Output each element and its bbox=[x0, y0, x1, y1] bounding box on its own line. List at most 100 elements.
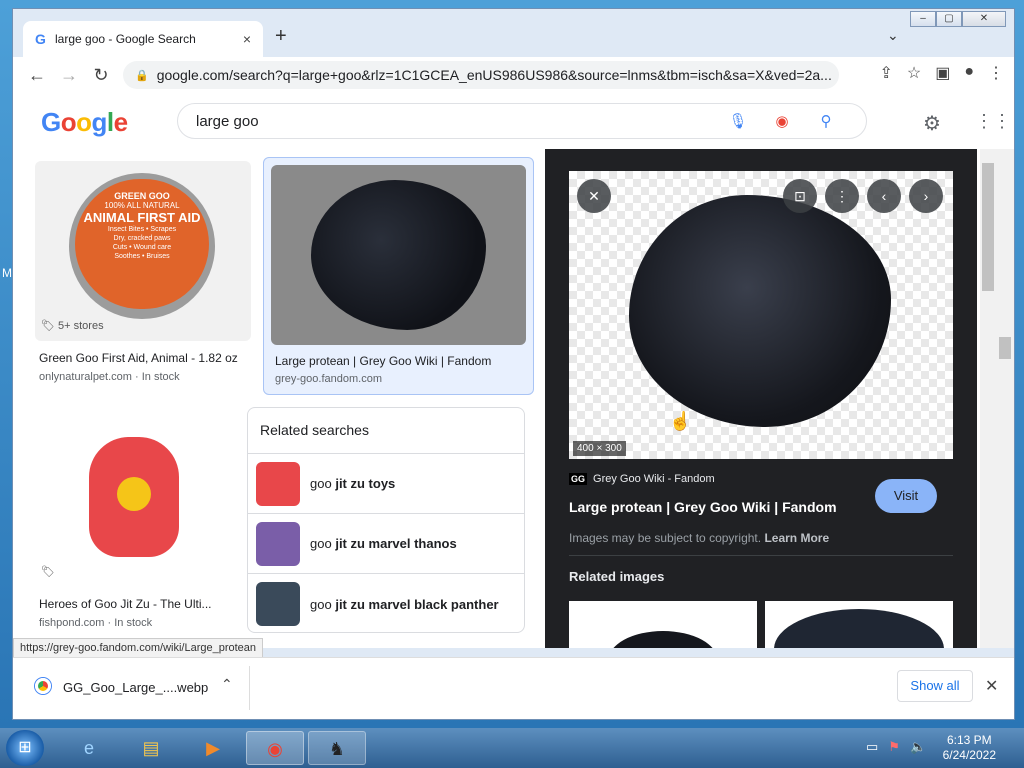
start-button[interactable]: ⊞ bbox=[6, 730, 44, 766]
forward-arrow-icon[interactable]: → bbox=[53, 65, 85, 86]
image-preview-panel: 400 × 300 ☝ ✕ ⊡ ⋮ ‹ › GG Grey Goo Wiki -… bbox=[545, 149, 977, 648]
related-search-item[interactable]: goo jit zu marvel black panther bbox=[248, 574, 524, 632]
source-site[interactable]: GG Grey Goo Wiki - Fandom bbox=[569, 473, 715, 485]
site-name: Grey Goo Wiki - Fandom bbox=[593, 473, 715, 485]
download-filename[interactable]: GG_Goo_Large_....webp bbox=[63, 680, 208, 695]
divider bbox=[569, 555, 953, 556]
copyright-notice: Images may be subject to copyright. Lear… bbox=[569, 531, 830, 545]
action-center-flag-icon[interactable]: ⚑ bbox=[888, 739, 900, 755]
close-download-bar-icon[interactable]: ✕ bbox=[985, 676, 998, 696]
product-lid-image: GREEN GOO 100% ALL NATURAL ANIMAL FIRST … bbox=[75, 179, 209, 309]
price-tag-icon: 🏷 bbox=[41, 566, 55, 578]
related-thumbnail bbox=[256, 461, 300, 506]
media-player-taskbar-icon[interactable]: ▶ bbox=[184, 731, 242, 765]
more-options-icon[interactable]: ⋮ bbox=[825, 179, 859, 213]
internet-explorer-taskbar-icon[interactable]: e bbox=[60, 731, 118, 765]
image-result[interactable]: GREEN GOO 100% ALL NATURAL ANIMAL FIRST … bbox=[35, 161, 253, 391]
search-icon[interactable]: ⚲ bbox=[804, 112, 848, 130]
related-image-thumbnail[interactable] bbox=[569, 601, 757, 648]
chrome-taskbar-icon[interactable]: ◉ bbox=[246, 731, 304, 765]
close-window-button[interactable]: ✕ bbox=[962, 11, 1006, 27]
minimize-button[interactable]: – bbox=[910, 11, 936, 27]
apps-grid-icon[interactable]: ⋮⋮⋮ bbox=[975, 111, 1014, 132]
result-thumbnail[interactable] bbox=[271, 165, 526, 345]
taskbar: ⊞ e ▤ ▶ ◉ ♞ ▭ ⚑ 🔈 6:13 PM 6/24/2022 bbox=[0, 728, 1024, 768]
result-title[interactable]: Large protean | Grey Goo Wiki | Fandom bbox=[275, 354, 530, 368]
tab-strip: G large goo - Google Search × + ⌄ – ▢ ✕ bbox=[13, 9, 1014, 57]
result-title[interactable]: Heroes of Goo Jit Zu - The Ulti... bbox=[39, 597, 229, 611]
related-thumbnail bbox=[256, 521, 300, 566]
tab-title: large goo - Google Search bbox=[55, 32, 196, 46]
related-search-item[interactable]: goo jit zu marvel thanos bbox=[248, 514, 524, 574]
result-source: fishpond.com · In stock bbox=[39, 617, 153, 629]
goo-blob-image bbox=[629, 195, 891, 427]
maximize-button[interactable]: ▢ bbox=[936, 11, 962, 27]
browser-window: G large goo - Google Search × + ⌄ – ▢ ✕ … bbox=[12, 8, 1015, 720]
side-panel-icon[interactable]: ▣ bbox=[935, 63, 950, 83]
profile-avatar-icon[interactable]: ● bbox=[964, 63, 974, 83]
lid-text-line: Cuts • Wound care bbox=[112, 244, 172, 251]
camera-lens-icon[interactable]: ◉ bbox=[760, 112, 804, 130]
previous-chevron-icon[interactable]: ‹ bbox=[867, 179, 901, 213]
settings-gear-icon[interactable]: ⚙ bbox=[923, 111, 941, 136]
search-box[interactable]: large goo 🎙 ◉ ⚲ bbox=[177, 103, 867, 139]
window-controls: – ▢ ✕ bbox=[910, 11, 1006, 27]
lid-tagline: 100% ALL NATURAL bbox=[104, 201, 180, 210]
url-text: google.com/search?q=large+goo&rlz=1C1GCE… bbox=[156, 67, 832, 83]
download-bar: GG_Goo_Large_....webp ⌃ Show all ✕ bbox=[13, 657, 1014, 719]
scrollbar-thumb[interactable] bbox=[982, 163, 994, 291]
back-arrow-icon[interactable]: ← bbox=[21, 65, 53, 86]
image-result[interactable]: 🏷 Heroes of Goo Jit Zu - The Ulti... fis… bbox=[35, 407, 231, 637]
page-scrollbar[interactable] bbox=[996, 149, 1014, 648]
image-result-selected[interactable]: Large protean | Grey Goo Wiki | Fandom g… bbox=[263, 157, 534, 395]
lens-search-icon[interactable]: ⊡ bbox=[783, 179, 817, 213]
preview-image[interactable]: 400 × 300 ☝ bbox=[569, 171, 953, 459]
google-logo[interactable]: Google bbox=[41, 107, 128, 138]
share-icon[interactable]: ⇪ bbox=[879, 63, 892, 83]
result-thumbnail[interactable]: GREEN GOO 100% ALL NATURAL ANIMAL FIRST … bbox=[35, 161, 251, 341]
file-explorer-taskbar-icon[interactable]: ▤ bbox=[122, 731, 180, 765]
lid-text-line: Soothes • Bruises bbox=[114, 253, 170, 260]
divider bbox=[249, 666, 250, 710]
new-tab-button[interactable]: + bbox=[275, 25, 287, 48]
image-dimensions: 400 × 300 bbox=[573, 441, 626, 456]
lid-text-line: Dry, cracked paws bbox=[113, 235, 171, 242]
reload-icon[interactable]: ↻ bbox=[85, 65, 117, 86]
volume-icon[interactable]: 🔈 bbox=[910, 739, 926, 755]
learn-more-link[interactable]: Learn More bbox=[764, 531, 829, 545]
hand-cursor-icon: ☝ bbox=[669, 411, 692, 431]
system-clock[interactable]: 6:13 PM 6/24/2022 bbox=[943, 733, 996, 763]
result-title[interactable]: Green Goo First Aid, Animal - 1.82 oz bbox=[39, 351, 253, 365]
toolbar-icons: ⇪ ☆ ▣ ● ⋮ bbox=[879, 63, 1004, 83]
next-chevron-icon[interactable]: › bbox=[909, 179, 943, 213]
tab-search-chevron-icon[interactable]: ⌄ bbox=[887, 27, 899, 44]
preview-title[interactable]: Large protean | Grey Goo Wiki | Fandom bbox=[569, 499, 837, 515]
microphone-icon[interactable]: 🎙 bbox=[716, 112, 760, 130]
system-tray: ▭ ⚑ 🔈 bbox=[866, 739, 926, 755]
result-source: grey-goo.fandom.com bbox=[275, 373, 382, 385]
tab-close-icon[interactable]: × bbox=[243, 31, 251, 47]
network-icon[interactable]: ▭ bbox=[866, 739, 878, 755]
tab-active[interactable]: G large goo - Google Search × bbox=[23, 21, 263, 57]
lid-text-line: Insect Bites • Scrapes bbox=[107, 226, 177, 233]
price-tag-icon: 🏷 bbox=[41, 320, 59, 332]
close-icon[interactable]: ✕ bbox=[577, 179, 611, 213]
browser-menu-icon[interactable]: ⋮ bbox=[988, 63, 1004, 83]
result-thumbnail[interactable]: 🏷 bbox=[35, 407, 227, 587]
related-thumbnail bbox=[256, 582, 300, 626]
related-search-item[interactable]: goo jit zu toys bbox=[248, 454, 524, 514]
address-bar[interactable]: 🔒 google.com/search?q=large+goo&rlz=1C1G… bbox=[123, 61, 839, 89]
lid-brand: GREEN GOO bbox=[114, 191, 170, 201]
desktop-icon-label: M bbox=[2, 266, 12, 280]
related-image-thumbnail[interactable] bbox=[765, 601, 953, 648]
search-query[interactable]: large goo bbox=[196, 113, 716, 130]
related-searches-heading: Related searches bbox=[248, 408, 524, 454]
game-taskbar-icon[interactable]: ♞ bbox=[308, 731, 366, 765]
visit-button[interactable]: Visit bbox=[875, 479, 937, 513]
page-scrollbar-thumb[interactable] bbox=[999, 337, 1011, 359]
lid-product-name: ANIMAL FIRST AID bbox=[83, 210, 201, 225]
show-all-button[interactable]: Show all bbox=[897, 670, 973, 702]
chevron-up-icon[interactable]: ⌃ bbox=[221, 676, 233, 693]
bookmark-star-icon[interactable]: ☆ bbox=[907, 63, 921, 83]
vertical-scrollbar[interactable] bbox=[980, 149, 996, 648]
